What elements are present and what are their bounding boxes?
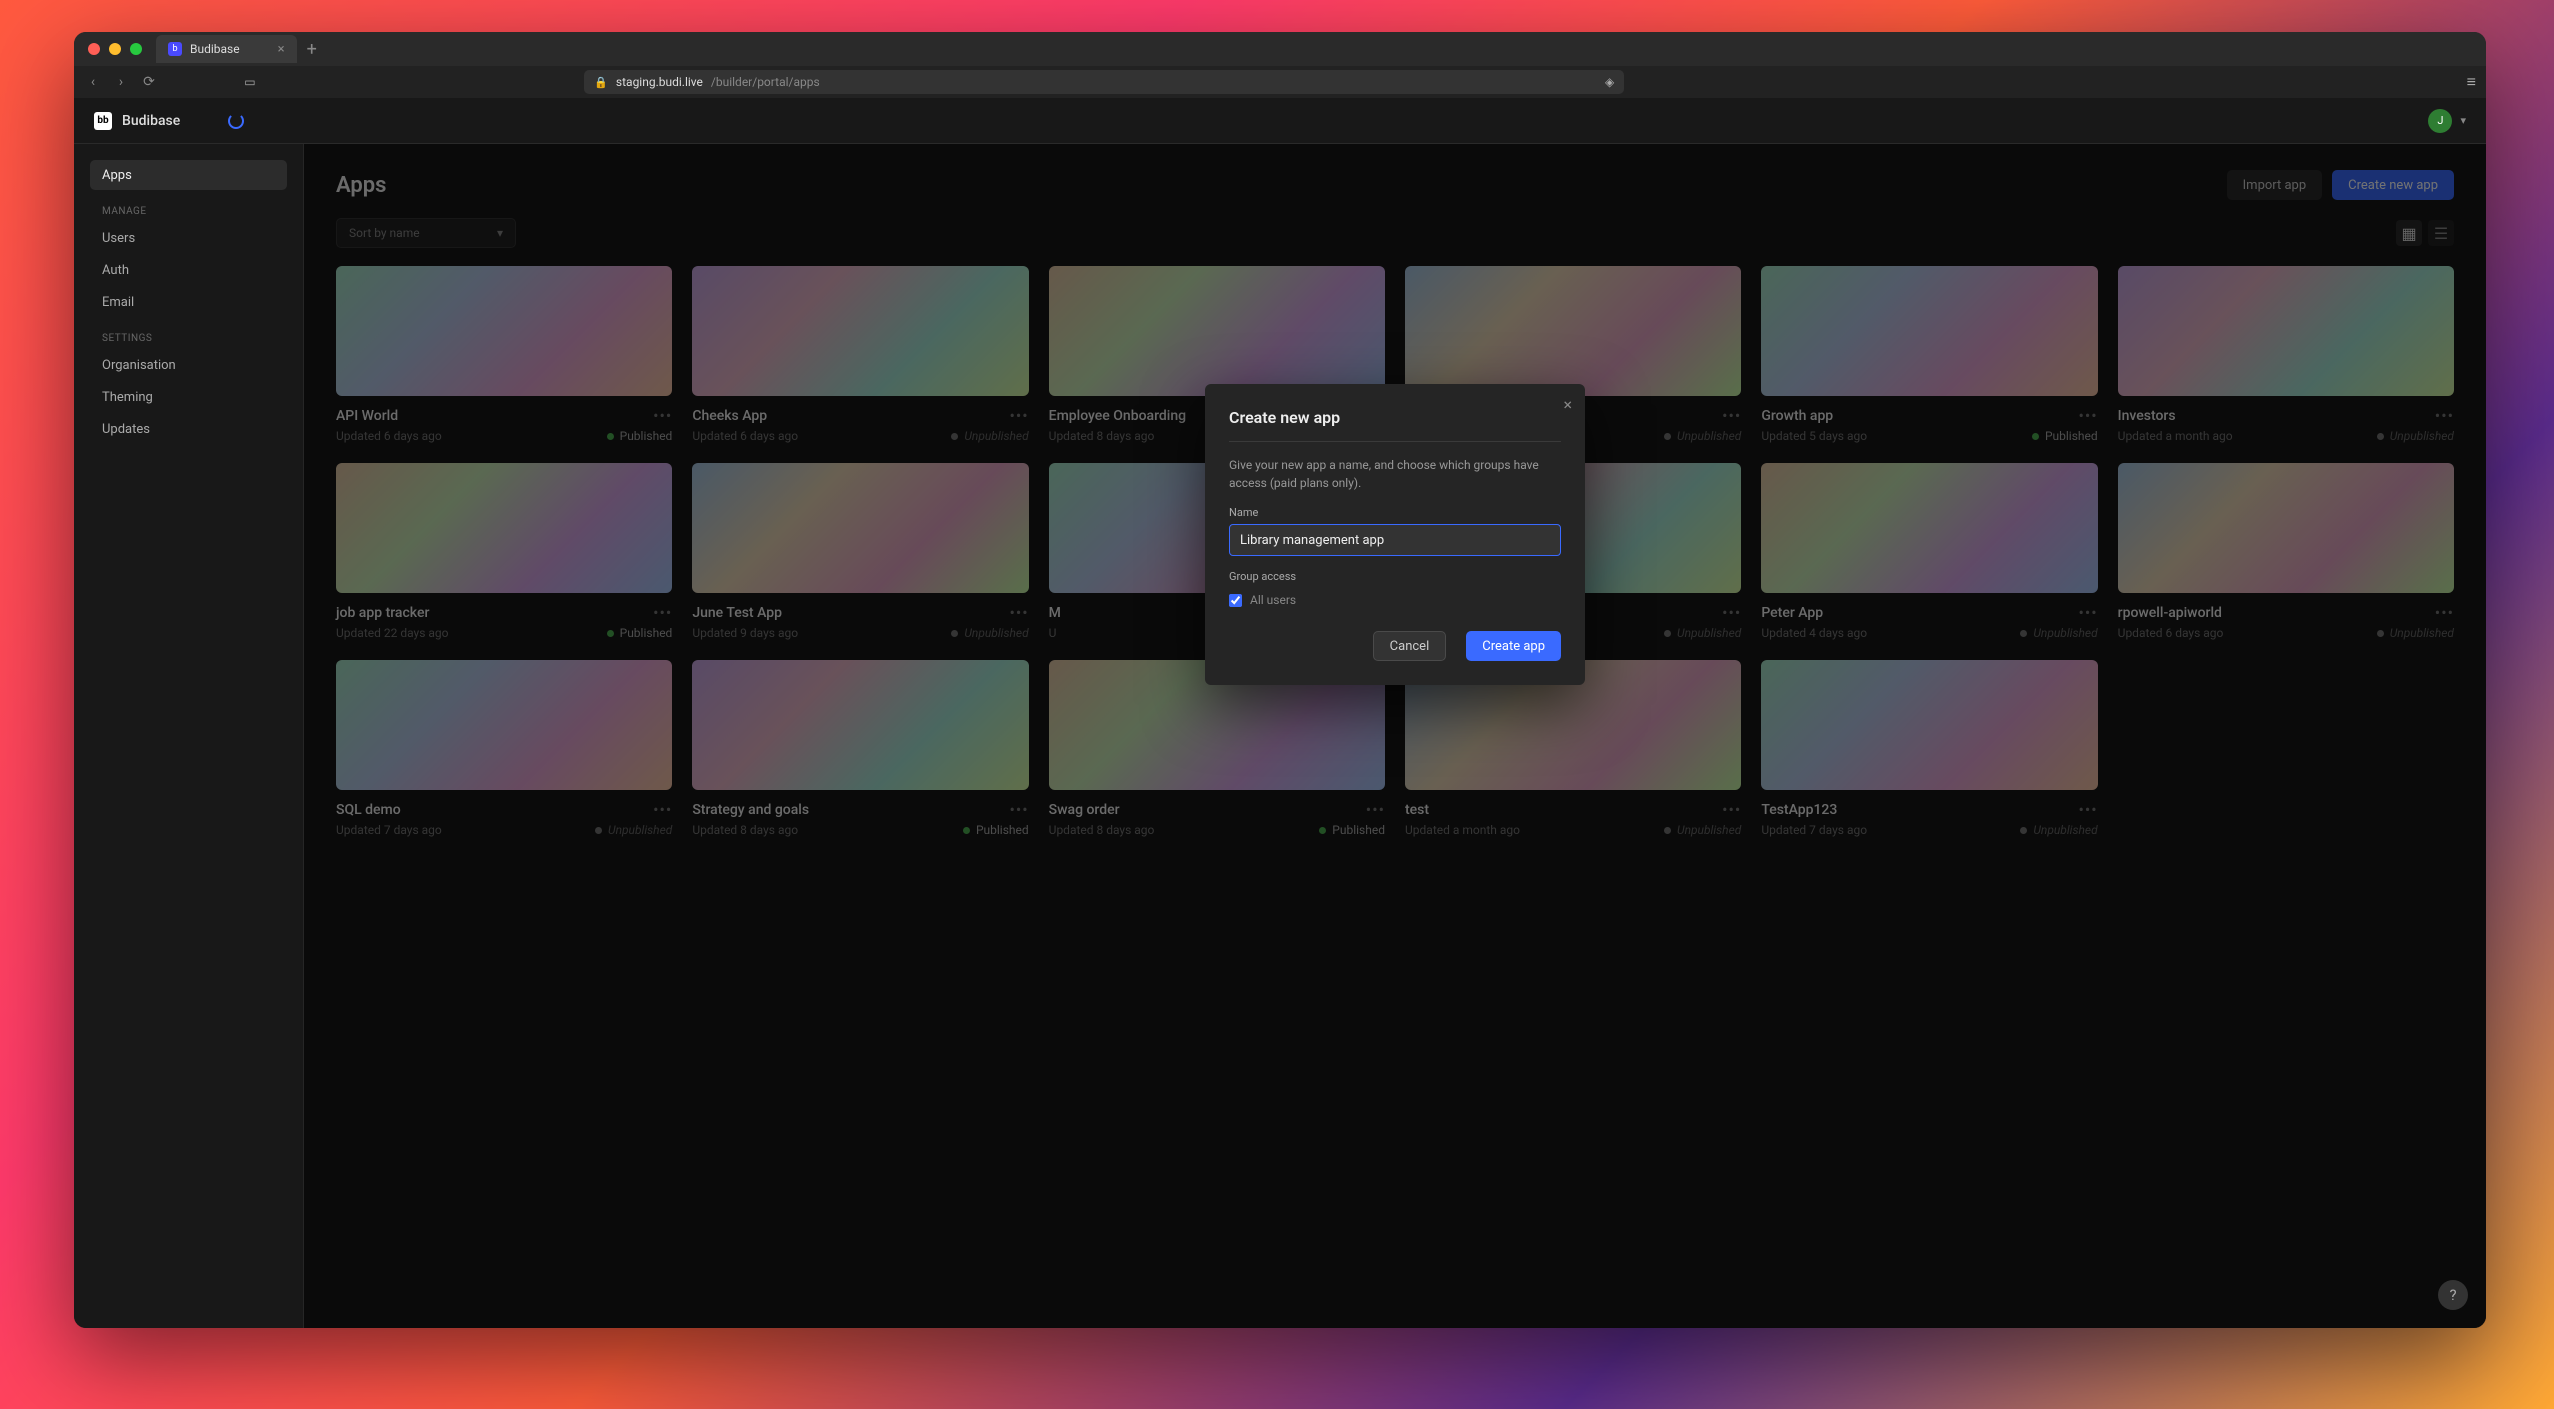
- modal-description: Give your new app a name, and choose whi…: [1229, 456, 1561, 492]
- app-shell: bb Budibase J ▾ Apps MANAGE Users Auth E…: [74, 98, 2486, 1328]
- brand-label: Budibase: [122, 113, 180, 129]
- sidebar-item-theming[interactable]: Theming: [90, 382, 287, 412]
- bb-logo-icon: bb: [94, 112, 112, 130]
- sidebar-heading-settings: SETTINGS: [90, 319, 287, 350]
- avatar[interactable]: J: [2428, 109, 2452, 133]
- modal-close-button[interactable]: ×: [1563, 395, 1572, 414]
- sidebar-item-users[interactable]: Users: [90, 223, 287, 253]
- favicon-icon: b: [168, 42, 182, 56]
- browser-menu-button[interactable]: ≡: [2467, 72, 2476, 92]
- tab-close-icon[interactable]: ×: [278, 42, 285, 57]
- all-users-checkbox[interactable]: [1229, 594, 1242, 607]
- main-content: Apps Import app Create new app Sort by n…: [304, 144, 2486, 1328]
- sidebar-heading-manage: MANAGE: [90, 192, 287, 223]
- lock-icon: 🔒: [594, 76, 608, 89]
- app-header: bb Budibase J ▾: [74, 98, 2486, 144]
- help-button[interactable]: ?: [2438, 1280, 2468, 1310]
- traffic-lights: [88, 43, 142, 55]
- url-path: /builder/portal/apps: [711, 75, 820, 89]
- forward-button[interactable]: ›: [112, 74, 130, 90]
- app-name-input[interactable]: [1229, 524, 1561, 556]
- sidebar-item-email[interactable]: Email: [90, 287, 287, 317]
- user-menu-caret-icon[interactable]: ▾: [2460, 114, 2466, 127]
- group-access-label: Group access: [1229, 570, 1561, 583]
- sidebar: Apps MANAGE Users Auth Email SETTINGS Or…: [74, 144, 304, 1328]
- window-close-button[interactable]: [88, 43, 100, 55]
- browser-window: b Budibase × + ‹ › ⟳ ▭ 🔒 staging.budi.li…: [74, 32, 2486, 1328]
- sidebar-item-apps[interactable]: Apps: [90, 160, 287, 190]
- sidebar-item-organisation[interactable]: Organisation: [90, 350, 287, 380]
- loading-spinner-icon: [228, 113, 244, 129]
- reader-icon[interactable]: ▭: [244, 75, 255, 89]
- url-bar-row: ‹ › ⟳ ▭ 🔒 staging.budi.live/builder/port…: [74, 66, 2486, 98]
- create-app-modal: × Create new app Give your new app a nam…: [1205, 384, 1585, 685]
- tab-title: Budibase: [190, 42, 240, 56]
- back-button[interactable]: ‹: [84, 74, 102, 90]
- new-tab-button[interactable]: +: [307, 39, 317, 60]
- create-app-button[interactable]: Create app: [1466, 631, 1561, 661]
- cancel-button[interactable]: Cancel: [1373, 631, 1447, 661]
- window-maximize-button[interactable]: [130, 43, 142, 55]
- modal-overlay[interactable]: × Create new app Give your new app a nam…: [304, 144, 2486, 1328]
- url-bar[interactable]: ▭ 🔒 staging.budi.live/builder/portal/app…: [584, 70, 1624, 94]
- sidebar-item-updates[interactable]: Updates: [90, 414, 287, 444]
- sidebar-item-auth[interactable]: Auth: [90, 255, 287, 285]
- titlebar: b Budibase × +: [74, 32, 2486, 66]
- url-host: staging.budi.live: [616, 75, 703, 89]
- all-users-label: All users: [1250, 593, 1296, 607]
- browser-tab[interactable]: b Budibase ×: [156, 35, 297, 63]
- name-label: Name: [1229, 506, 1561, 519]
- modal-title: Create new app: [1229, 408, 1561, 427]
- reload-button[interactable]: ⟳: [140, 74, 158, 90]
- shield-icon[interactable]: ◈: [1605, 75, 1614, 89]
- window-minimize-button[interactable]: [109, 43, 121, 55]
